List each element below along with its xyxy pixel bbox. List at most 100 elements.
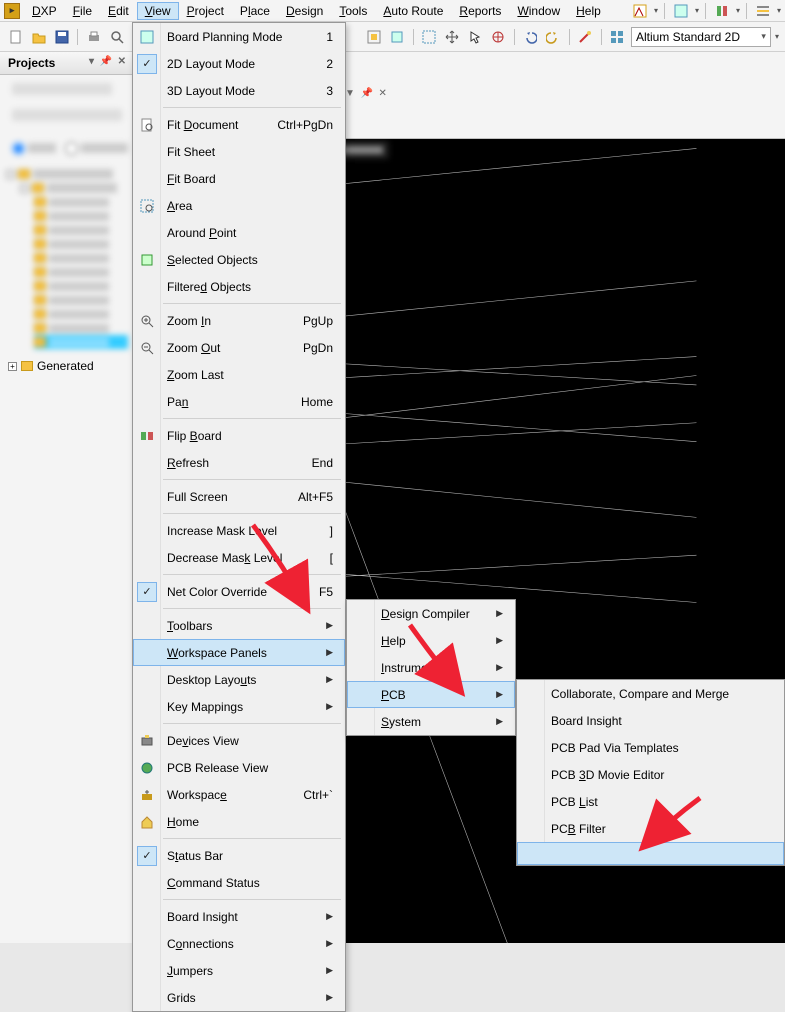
toolbar-btn-a[interactable] — [630, 1, 650, 21]
toolbar-btn-b[interactable] — [671, 1, 691, 21]
menu-full-screen[interactable]: Full ScreenAlt+F5 — [133, 483, 345, 510]
menu-jumpers[interactable]: Jumpers▶ — [133, 957, 345, 984]
menu-zoom-last[interactable]: Zoom Last — [133, 361, 345, 388]
projects-panel: Projects ▾ 📌 ✕ − − — [0, 52, 135, 943]
menu-zoom-out[interactable]: Zoom OutPgDn — [133, 334, 345, 361]
menu-filtered-objects[interactable]: Filtered Objects — [133, 273, 345, 300]
menu-dec-mask[interactable]: Decrease Mask Level[ — [133, 544, 345, 571]
workspace-icon — [138, 786, 156, 804]
menu-pcb-release[interactable]: PCB Release View — [133, 754, 345, 781]
preview-button[interactable] — [107, 27, 126, 47]
menu-board-planning[interactable]: Board Planning Mode1 — [133, 23, 345, 50]
generated-node[interactable]: + Generated — [0, 355, 134, 377]
menu-connections[interactable]: Connections▶ — [133, 930, 345, 957]
submenu-instruments[interactable]: Instruments▶ — [347, 654, 515, 681]
pcb-board-insight[interactable]: Board Insight — [517, 707, 784, 734]
menu-desktop-layouts[interactable]: Desktop Layouts▶ — [133, 666, 345, 693]
print-button[interactable] — [84, 27, 103, 47]
menu-selected-objects[interactable]: Selected Objects — [133, 246, 345, 273]
save-button[interactable] — [52, 27, 71, 47]
zoom-in-icon — [138, 312, 156, 330]
submenu-system[interactable]: System▶ — [347, 708, 515, 735]
menu-area[interactable]: Area — [133, 192, 345, 219]
menu-inc-mask[interactable]: Increase Mask Level] — [133, 517, 345, 544]
pcb-padvia[interactable]: PCB Pad Via Templates — [517, 734, 784, 761]
expand-icon[interactable]: + — [8, 362, 17, 371]
menu-net-color[interactable]: ✓ Net Color OverrideF5 — [133, 578, 345, 605]
menu-status-bar[interactable]: ✓ Status Bar — [133, 842, 345, 869]
menu-view[interactable]: View — [137, 2, 179, 20]
submenu-design-compiler[interactable]: Design Compiler▶ — [347, 600, 515, 627]
menu-key-mappings[interactable]: Key Mappings▶ — [133, 693, 345, 720]
menu-around-point[interactable]: Around Point — [133, 219, 345, 246]
undo-button[interactable] — [521, 27, 540, 47]
tb-select[interactable] — [419, 27, 438, 47]
menu-file[interactable]: File — [65, 2, 100, 20]
menu-home[interactable]: Home — [133, 808, 345, 835]
pcb-submenu: Collaborate, Compare and Merge Board Ins… — [516, 679, 785, 866]
menu-fit-document[interactable]: Fit DocumentCtrl+PgDn — [133, 111, 345, 138]
toolbar-btn-c[interactable] — [712, 1, 732, 21]
menu-flip-board[interactable]: Flip Board — [133, 422, 345, 449]
menubar: ▸ DDXPXP File Edit View Project Place De… — [0, 0, 785, 22]
menu-command-status[interactable]: Command Status — [133, 869, 345, 896]
panel-dock-controls[interactable]: ▼ 📌 ✕ — [345, 88, 387, 99]
tb-grid-icon[interactable] — [608, 27, 627, 47]
open-button[interactable] — [29, 27, 48, 47]
tb-cursor[interactable] — [466, 27, 485, 47]
redo-button[interactable] — [544, 27, 563, 47]
workspace-panels-submenu: Design Compiler▶ Help▶ Instruments▶ PCB▶… — [346, 599, 516, 736]
tb-g[interactable] — [576, 27, 595, 47]
area-icon — [138, 197, 156, 215]
panel-header-controls[interactable]: ▾ 📌 ✕ — [89, 56, 126, 67]
folder-icon — [21, 361, 33, 371]
menu-fit-sheet[interactable]: Fit Sheet — [133, 138, 345, 165]
menu-2d-layout[interactable]: ✓ 2D Layout Mode2 — [133, 50, 345, 77]
menu-place[interactable]: Place — [232, 2, 278, 20]
menu-refresh[interactable]: RefreshEnd — [133, 449, 345, 476]
menu-3d-layout[interactable]: 3D Layout Mode3 — [133, 77, 345, 104]
menu-dxp[interactable]: DDXPXP — [24, 2, 65, 20]
pcb-3d-movie[interactable]: PCB 3D Movie Editor — [517, 761, 784, 788]
new-button[interactable] — [6, 27, 25, 47]
check-icon: ✓ — [137, 582, 157, 602]
menu-board-insight[interactable]: Board Insight▶ — [133, 903, 345, 930]
menu-zoom-in[interactable]: Zoom InPgUp — [133, 307, 345, 334]
tb-cross[interactable] — [489, 27, 508, 47]
pcb-filter[interactable]: PCB Filter — [517, 815, 784, 842]
pcb-list[interactable]: PCB List — [517, 788, 784, 815]
menu-fit-board[interactable]: Fit Board — [133, 165, 345, 192]
menu-window[interactable]: Window — [509, 2, 568, 20]
toolbar-btn-d[interactable] — [753, 1, 773, 21]
pcb-highlighted[interactable] — [517, 842, 784, 865]
layer-set-combo[interactable]: Altium Standard 2D — [631, 27, 771, 47]
tb-e[interactable] — [364, 27, 383, 47]
menu-edit[interactable]: Edit — [100, 2, 137, 20]
menu-design[interactable]: Design — [278, 2, 331, 20]
board-planning-icon — [138, 28, 156, 46]
pcb-collab[interactable]: Collaborate, Compare and Merge — [517, 680, 784, 707]
menu-project[interactable]: Project — [179, 2, 232, 20]
projects-panel-header: Projects ▾ 📌 ✕ — [0, 52, 134, 75]
menu-devices-view[interactable]: Devices View — [133, 727, 345, 754]
menu-toolbars[interactable]: Toolbars▶ — [133, 612, 345, 639]
tb-f[interactable] — [387, 27, 406, 47]
layer-set-value: Altium Standard 2D — [636, 30, 740, 44]
menubar-right-tools: ▾ ▾ ▾ ▾ — [630, 1, 781, 21]
projects-title: Projects — [8, 56, 55, 70]
tb-move[interactable] — [443, 27, 462, 47]
projects-tree[interactable]: − − — [0, 75, 134, 355]
flip-icon — [138, 427, 156, 445]
menu-reports[interactable]: Reports — [451, 2, 509, 20]
submenu-help[interactable]: Help▶ — [347, 627, 515, 654]
menu-autoroute[interactable]: Auto Route — [375, 2, 451, 20]
menu-workspace[interactable]: WorkspaceCtrl+` — [133, 781, 345, 808]
menu-workspace-panels[interactable]: Workspace Panels▶ — [133, 639, 345, 666]
toolbar: Altium Standard 2D ▾ — [0, 22, 785, 52]
menu-tools[interactable]: Tools — [331, 2, 375, 20]
submenu-pcb[interactable]: PCB▶ — [347, 681, 515, 708]
check-icon: ✓ — [137, 54, 157, 74]
menu-help[interactable]: Help — [568, 2, 609, 20]
menu-grids[interactable]: Grids▶ — [133, 984, 345, 1011]
menu-pan[interactable]: PanHome — [133, 388, 345, 415]
